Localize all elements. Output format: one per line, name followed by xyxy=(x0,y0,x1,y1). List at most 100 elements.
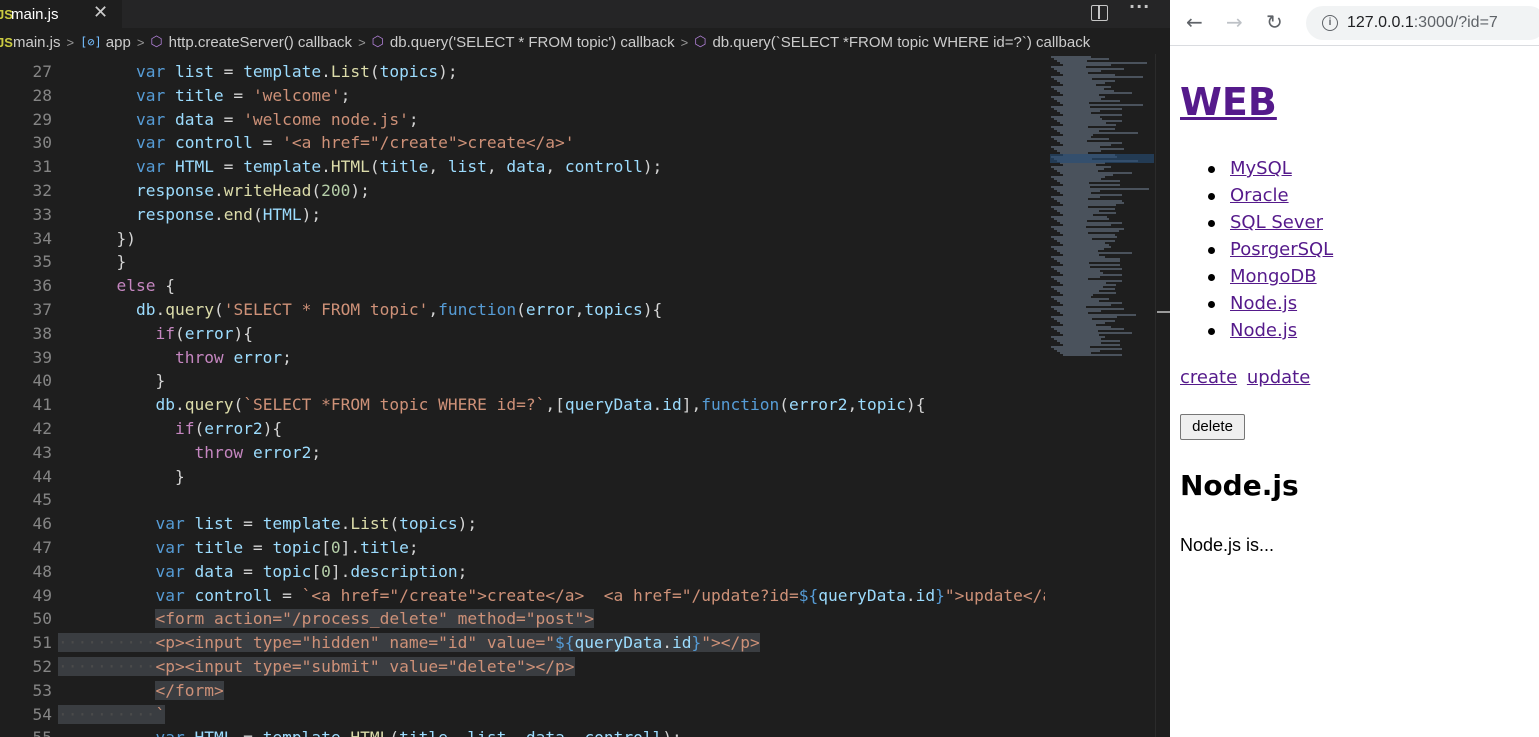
code-token: `SELECT *FROM topic WHERE id=?` xyxy=(243,395,546,415)
reload-icon[interactable]: ↻ xyxy=(1266,10,1283,34)
delete-button[interactable]: delete xyxy=(1180,414,1245,440)
code-line[interactable]: 42 if(error2){ xyxy=(0,417,1045,441)
code-token: HTML xyxy=(194,728,233,737)
code-token: ( xyxy=(233,395,244,415)
code-token: , xyxy=(506,728,526,737)
code-line[interactable]: 34 }) xyxy=(0,227,1045,251)
code-text: ··········<p><input type="hidden" name="… xyxy=(58,631,760,655)
js-file-icon: JS xyxy=(0,34,13,50)
code-line[interactable]: 52 ··········<p><input type="submit" valu… xyxy=(0,655,1045,679)
code-token: ">update</a> xyxy=(944,585,1045,605)
code-line[interactable]: 40 } xyxy=(0,369,1045,393)
code-token: query xyxy=(165,300,214,319)
create-link[interactable]: create xyxy=(1180,367,1237,388)
code-token: "></p> xyxy=(701,633,760,653)
code-token: ( xyxy=(779,395,790,415)
topic-link[interactable]: PosrgerSQL xyxy=(1230,239,1333,260)
close-icon[interactable]: ✕ xyxy=(93,2,108,23)
code-line[interactable]: 55 var HTML = template.HTML(title, list,… xyxy=(0,726,1045,737)
code-text: } xyxy=(58,369,165,393)
site-title-link[interactable]: WEB xyxy=(1180,80,1277,124)
line-number: 43 xyxy=(32,442,53,462)
topic-link[interactable]: SQL Sever xyxy=(1230,212,1323,233)
code-area[interactable]: 27 var list = template.List(topics); 28 v… xyxy=(0,60,1046,737)
code-line[interactable]: 49 var controll = `<a href="/create">cre… xyxy=(0,584,1046,608)
code-line[interactable]: 33 response.end(HTML); xyxy=(0,203,1045,227)
code-text: response.writeHead(200); xyxy=(58,179,370,203)
code-line[interactable]: 28 var title = 'welcome'; xyxy=(0,84,1045,108)
url-text[interactable]: 127.0.0.1:3000/?id=7 xyxy=(1347,14,1498,32)
code-token: <form action="/process_delete" method="p… xyxy=(155,609,595,629)
code-line[interactable]: 27 var list = template.List(topics); xyxy=(0,60,1045,84)
code-token: queryData xyxy=(818,585,906,605)
code-line[interactable]: 46 var list = template.List(topics); xyxy=(0,512,1045,536)
code-line[interactable]: 44 } xyxy=(0,465,1045,489)
split-editor-icon[interactable] xyxy=(1091,5,1108,21)
code-token: topic xyxy=(857,395,906,415)
code-token: . xyxy=(213,181,224,200)
editor-scrollbar[interactable] xyxy=(1155,54,1170,737)
breadcrumb-item[interactable]: main.js xyxy=(13,34,61,51)
address-bar[interactable]: i 127.0.0.1:3000/?id=7 xyxy=(1306,6,1539,40)
topic-link[interactable]: MongoDB xyxy=(1230,266,1317,287)
code-line[interactable]: 31 var HTML = template.HTML(title, list,… xyxy=(0,155,1045,179)
code-line[interactable]: 37 db.query('SELECT * FROM topic',functi… xyxy=(0,298,1045,322)
line-number: 34 xyxy=(32,228,53,248)
code-token: response xyxy=(135,204,214,224)
back-arrow-icon[interactable]: ← xyxy=(1186,10,1203,34)
code-text: } xyxy=(58,465,185,489)
code-token: , xyxy=(486,157,507,177)
list-item: MySQL xyxy=(1207,158,1333,185)
code-token: [ xyxy=(321,538,331,557)
code-line[interactable]: 43 throw error2; xyxy=(0,441,1045,465)
line-number: 28 xyxy=(32,85,53,105)
code-line[interactable]: 54 ··········` xyxy=(0,703,1045,727)
code-token: title xyxy=(360,538,409,557)
code-editor[interactable]: JS main.js ✕ ··· JS main.js > [⊘] app > ⬡ http.… xyxy=(0,0,1170,737)
code-token: ){ xyxy=(262,419,283,438)
minimap[interactable] xyxy=(1045,54,1155,737)
code-line[interactable]: 48 var data = topic[0].description; xyxy=(0,560,1045,584)
code-token: ( xyxy=(311,181,322,200)
line-number: 48 xyxy=(32,561,53,581)
code-line[interactable]: 50 <form action="/process_delete" method… xyxy=(0,607,1045,631)
topic-link[interactable]: Node.js xyxy=(1230,293,1297,314)
topic-link[interactable]: Node.js xyxy=(1230,320,1297,341)
breadcrumb-item[interactable]: http.createServer() callback xyxy=(169,34,352,51)
code-line[interactable]: 35 } xyxy=(0,250,1045,274)
minimap-viewport-highlight[interactable] xyxy=(1050,154,1154,163)
forward-arrow-icon[interactable]: → xyxy=(1226,10,1243,34)
code-token: topic xyxy=(262,561,312,581)
code-token: . xyxy=(905,585,916,605)
code-token: ); xyxy=(642,157,663,177)
code-token: ; xyxy=(408,109,419,129)
code-line[interactable]: 53 </form> xyxy=(0,679,1045,703)
code-line[interactable]: 51 ··········<p><input type="hidden" name… xyxy=(0,631,1045,655)
more-actions-icon[interactable]: ··· xyxy=(1129,0,1150,16)
code-line[interactable]: 36 else { xyxy=(0,274,1045,298)
code-token: ], xyxy=(681,395,702,415)
topic-link[interactable]: Oracle xyxy=(1230,185,1289,206)
tab-main-js[interactable]: JS main.js ✕ xyxy=(0,0,122,28)
topic-link[interactable]: MySQL xyxy=(1230,158,1292,179)
code-token: = xyxy=(243,538,273,557)
code-line[interactable]: 30 var controll = '<a href="/create">cre… xyxy=(0,131,1045,155)
breadcrumb-item[interactable]: app xyxy=(106,34,131,51)
breadcrumb-item[interactable]: db.query('SELECT * FROM topic') callback xyxy=(390,34,675,51)
code-line[interactable]: 41 db.query(`SELECT *FROM topic WHERE id… xyxy=(0,393,1045,417)
code-line[interactable]: 45 xyxy=(0,488,1045,512)
update-link[interactable]: update xyxy=(1247,367,1310,388)
code-line[interactable]: 47 var title = topic[0].title; xyxy=(0,536,1045,560)
breadcrumb-item[interactable]: db.query(`SELECT *FROM topic WHERE id=?`… xyxy=(712,34,1090,51)
code-line[interactable]: 38 if(error){ xyxy=(0,322,1045,346)
code-line[interactable]: 32 response.writeHead(200); xyxy=(0,179,1045,203)
code-line[interactable]: 39 throw error; xyxy=(0,346,1045,370)
code-line[interactable]: 29 var data = 'welcome node.js'; xyxy=(0,108,1045,132)
site-info-icon[interactable]: i xyxy=(1322,15,1338,31)
code-token: throw xyxy=(174,347,234,367)
